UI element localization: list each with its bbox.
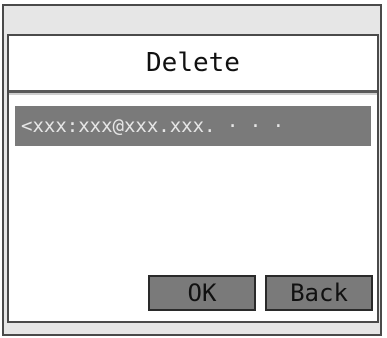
screen: Delete <xxx:xxx@xxx.xxx. · · · OK Back [0, 0, 387, 338]
back-button[interactable]: Back [265, 275, 373, 311]
dialog-title: Delete [146, 48, 240, 78]
delete-dialog: Delete <xxx:xxx@xxx.xxx. · · · OK Back [7, 34, 379, 323]
title-divider [9, 90, 377, 95]
selected-entry[interactable]: <xxx:xxx@xxx.xxx. · · · [15, 106, 371, 146]
ok-button[interactable]: OK [148, 275, 256, 311]
selected-entry-text: <xxx:xxx@xxx.xxx. · · · [21, 115, 285, 137]
